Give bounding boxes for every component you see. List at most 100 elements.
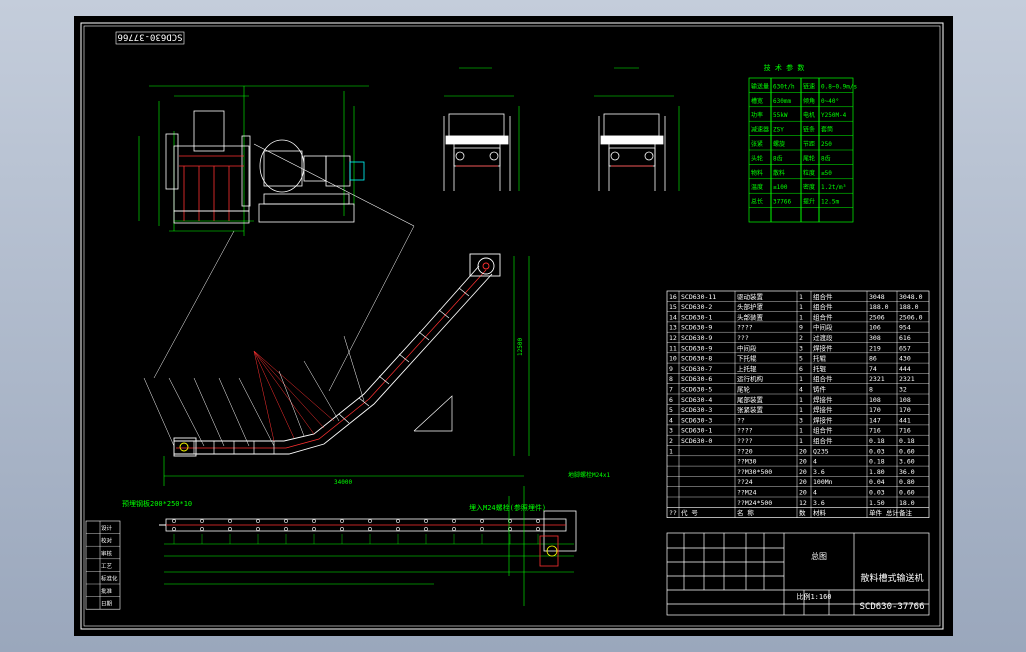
- parts-cell: ??: [737, 416, 745, 424]
- parts-cell: 上托辊: [737, 364, 757, 373]
- parts-cell: 170: [899, 406, 911, 414]
- plan-bolt: [368, 527, 372, 531]
- parts-cell: 441: [899, 416, 911, 424]
- tech-table-cell: ≤100: [773, 184, 788, 191]
- parts-cell: 18.0: [899, 499, 915, 507]
- parts-cell: ????: [737, 437, 753, 445]
- stamp-text: SCD630-37766: [117, 32, 182, 42]
- parts-cell: 188.0: [869, 303, 889, 311]
- parts-cell: 12: [799, 499, 807, 507]
- parts-cell: 7: [669, 386, 673, 394]
- parts-cell: 430: [899, 355, 911, 363]
- parts-cell: 组合件: [813, 312, 833, 321]
- parts-cell: 焊接件: [813, 395, 833, 404]
- parts-cell: 托辊: [813, 354, 827, 363]
- anchor-bolt-note: 埋入M24螺栓(参照埋件): [469, 503, 546, 512]
- parts-cell: 444: [899, 365, 911, 373]
- plan-bolt: [284, 519, 288, 523]
- parts-footer-cell: ??: [669, 509, 677, 517]
- parts-cell: 5: [799, 355, 803, 363]
- parts-cell: SCD630-1: [681, 313, 712, 321]
- parts-cell: 1: [799, 303, 803, 311]
- parts-cell: 8: [869, 386, 873, 394]
- parts-footer-cell: 名 称: [737, 508, 754, 517]
- parts-cell: 14: [669, 313, 677, 321]
- parts-cell: 2321: [899, 375, 915, 383]
- tech-table-cell: 减速器: [751, 126, 769, 134]
- parts-cell: 0.18: [869, 437, 885, 445]
- plan-bolt: [340, 527, 344, 531]
- parts-cell: 0.18: [899, 437, 915, 445]
- tech-table-cell: 8齿: [821, 154, 831, 162]
- parts-cell: SCD630-1: [681, 427, 712, 435]
- parts-cell: 头部护罩: [737, 302, 764, 311]
- tech-table-cell: 250: [821, 141, 832, 148]
- rotated-stamp: SCD630-37766: [115, 32, 185, 45]
- parts-cell: 组合件: [813, 292, 833, 301]
- parts-cell: 0.60: [899, 447, 915, 455]
- tech-table-cell: 套筒: [821, 126, 833, 134]
- plan-bolt: [312, 527, 316, 531]
- parts-cell: 3.6: [813, 468, 825, 476]
- tech-table-cell: 链条: [803, 126, 815, 134]
- parts-cell: 100Mn: [813, 478, 833, 486]
- parts-cell: SCD630-0: [681, 437, 712, 445]
- parts-cell: 0.18: [869, 458, 885, 466]
- parts-footer-cell: 单件 总计: [869, 508, 899, 517]
- foundation-note: 地脚螺栓M24x1: [568, 471, 610, 479]
- left-table-cell: 设计: [101, 524, 113, 532]
- sheet-label: 总图: [811, 551, 827, 561]
- parts-cell: 中间段: [813, 323, 833, 332]
- parts-cell: 15: [669, 303, 677, 311]
- tech-table-cell: 节距: [803, 140, 815, 148]
- parts-cell: 4: [813, 458, 817, 466]
- plan-bolt: [200, 527, 204, 531]
- parts-cell: 1: [799, 396, 803, 404]
- tech-table-cell: 散料: [773, 169, 785, 177]
- plan-bolt: [396, 519, 400, 523]
- drawing-canvas[interactable]: SCD630-37766 输送量 630t/h 链速 0.8~0.9m/s 槽宽…: [74, 16, 953, 636]
- parts-cell: 1: [799, 427, 803, 435]
- parts-cell: 16: [669, 293, 677, 301]
- parts-cell: 12: [669, 334, 677, 342]
- left-table-cell: 标准化: [101, 575, 118, 583]
- tech-table-cell: 物料: [751, 169, 763, 177]
- parts-cell: 20: [799, 489, 807, 497]
- parts-cell: 0.03: [869, 489, 885, 497]
- parts-cell: 9: [799, 324, 803, 332]
- parts-cell: 616: [899, 334, 911, 342]
- parts-cell: 20: [799, 458, 807, 466]
- parts-cell: SCD630-9: [681, 334, 712, 342]
- parts-cell: 3048: [869, 293, 885, 301]
- tech-table-cell: 温度: [751, 183, 763, 191]
- cad-viewport[interactable]: SCD630-37766 输送量 630t/h 链速 0.8~0.9m/s 槽宽…: [0, 0, 1026, 652]
- tech-table-cell: 螺旋: [773, 140, 785, 148]
- parts-cell: 10: [669, 355, 677, 363]
- parts-cell: SCD630-4: [681, 396, 712, 404]
- parts-cell: 驱动装置: [737, 292, 764, 301]
- tech-table-cell: 密度: [803, 183, 815, 191]
- tech-table: 输送量 630t/h 链速 0.8~0.9m/s 槽宽 630mm 倾角 0~40° 功率 55k…: [748, 77, 858, 223]
- tech-table-cell: 37766: [773, 199, 791, 206]
- parts-cell: 1: [799, 293, 803, 301]
- drawing-number: SCD630-37766: [859, 602, 924, 612]
- parts-cell: 4: [669, 416, 673, 424]
- parts-cell: 4: [813, 489, 817, 497]
- parts-cell: 1: [799, 375, 803, 383]
- plan-bolt: [256, 519, 260, 523]
- parts-footer-cell: 代 号: [681, 508, 698, 517]
- cad-drawing: SCD630-37766 输送量 630t/h 链速 0.8~0.9m/s槽宽 …: [80, 22, 944, 630]
- parts-cell: 组合件: [813, 426, 833, 435]
- parts-cell: 6: [669, 396, 673, 404]
- parts-cell: 219: [869, 344, 881, 352]
- parts-cell: SCD630-5: [681, 386, 712, 394]
- tech-table-cell: 12.5m: [821, 199, 839, 206]
- tech-table-cell: 张紧: [751, 140, 763, 148]
- parts-cell: ????: [737, 427, 753, 435]
- plan-bolt: [480, 519, 484, 523]
- parts-footer-cell: 材料: [813, 508, 827, 517]
- parts-cell: ??20: [737, 447, 753, 455]
- parts-cell: 1: [799, 437, 803, 445]
- left-table-cell: 日期: [101, 601, 113, 608]
- parts-cell: 3: [669, 427, 673, 435]
